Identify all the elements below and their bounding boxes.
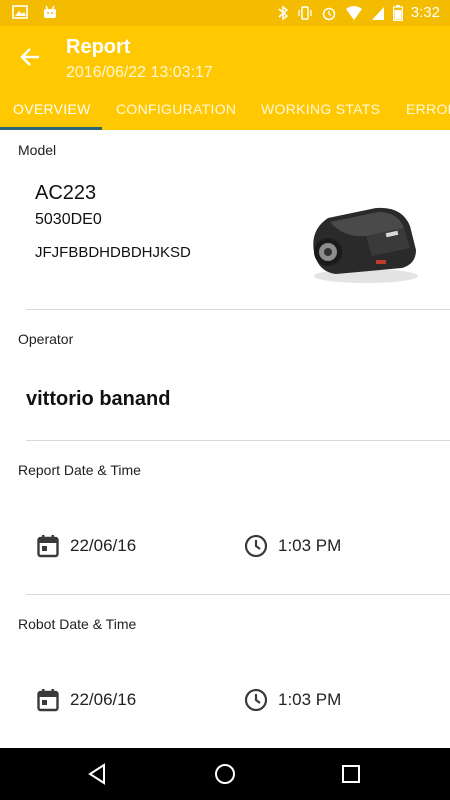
- report-datetime-label: Report Date & Time: [18, 462, 141, 478]
- tab-working-stats[interactable]: WORKING STATS: [261, 101, 380, 117]
- image-notification-icon: [12, 5, 28, 19]
- clock-icon: [244, 688, 268, 712]
- robot-date: 22/06/16: [70, 690, 137, 709]
- battery-icon: [392, 4, 403, 21]
- clock-icon: [244, 534, 268, 558]
- section-divider: [26, 440, 450, 441]
- model-serial-number: JFJFBBDHDBDHJKSD: [35, 244, 191, 261]
- report-date: 22/06/16: [70, 536, 137, 555]
- status-bar: 3:32: [0, 0, 450, 26]
- operator-section-label: Operator: [18, 331, 74, 347]
- nav-recents-icon[interactable]: [338, 761, 364, 787]
- robotic-mower-image: [313, 207, 418, 283]
- back-arrow-icon[interactable]: [18, 44, 44, 70]
- operator-name: vittorio banand: [26, 388, 171, 410]
- tab-configuration[interactable]: CONFIGURATION: [116, 101, 236, 117]
- cell-signal-icon: [371, 6, 384, 20]
- alarm-icon: [322, 7, 336, 20]
- app-bar: Report 2016/06/22 13:03:17 OVERVIEW CONF…: [0, 26, 450, 130]
- section-divider: [26, 594, 450, 595]
- calendar-icon: [37, 535, 59, 558]
- robot-time: 1:03 PM: [278, 690, 342, 709]
- report-timestamp: 2016/06/22 13:03:17: [66, 64, 213, 81]
- page-title: Report: [66, 36, 131, 58]
- nav-home-icon[interactable]: [212, 761, 238, 787]
- wifi-icon: [345, 5, 362, 20]
- tab-errors[interactable]: ERRORS: [406, 101, 450, 117]
- status-time: 3:32: [410, 4, 440, 21]
- active-tab-indicator: [0, 127, 102, 130]
- model-code: 5030DE0: [35, 211, 102, 228]
- report-datetime-row: 22/06/16 1:03 PM: [0, 533, 450, 561]
- vibrate-icon: [298, 5, 312, 20]
- section-divider: [26, 309, 450, 310]
- android-notification-icon: [44, 5, 56, 18]
- calendar-icon: [37, 689, 59, 712]
- robot-datetime-label: Robot Date & Time: [18, 616, 137, 632]
- bluetooth-icon: [278, 5, 288, 20]
- system-navigation-bar: [0, 748, 450, 800]
- robot-datetime-row: 22/06/16 1:03 PM: [0, 687, 450, 715]
- tab-bar: OVERVIEW CONFIGURATION WORKING STATS ERR…: [0, 96, 450, 130]
- tab-overview[interactable]: OVERVIEW: [13, 101, 91, 117]
- model-name: AC223: [35, 182, 97, 204]
- nav-back-icon[interactable]: [85, 761, 111, 787]
- report-time: 1:03 PM: [278, 536, 342, 555]
- model-section-label: Model: [18, 142, 57, 158]
